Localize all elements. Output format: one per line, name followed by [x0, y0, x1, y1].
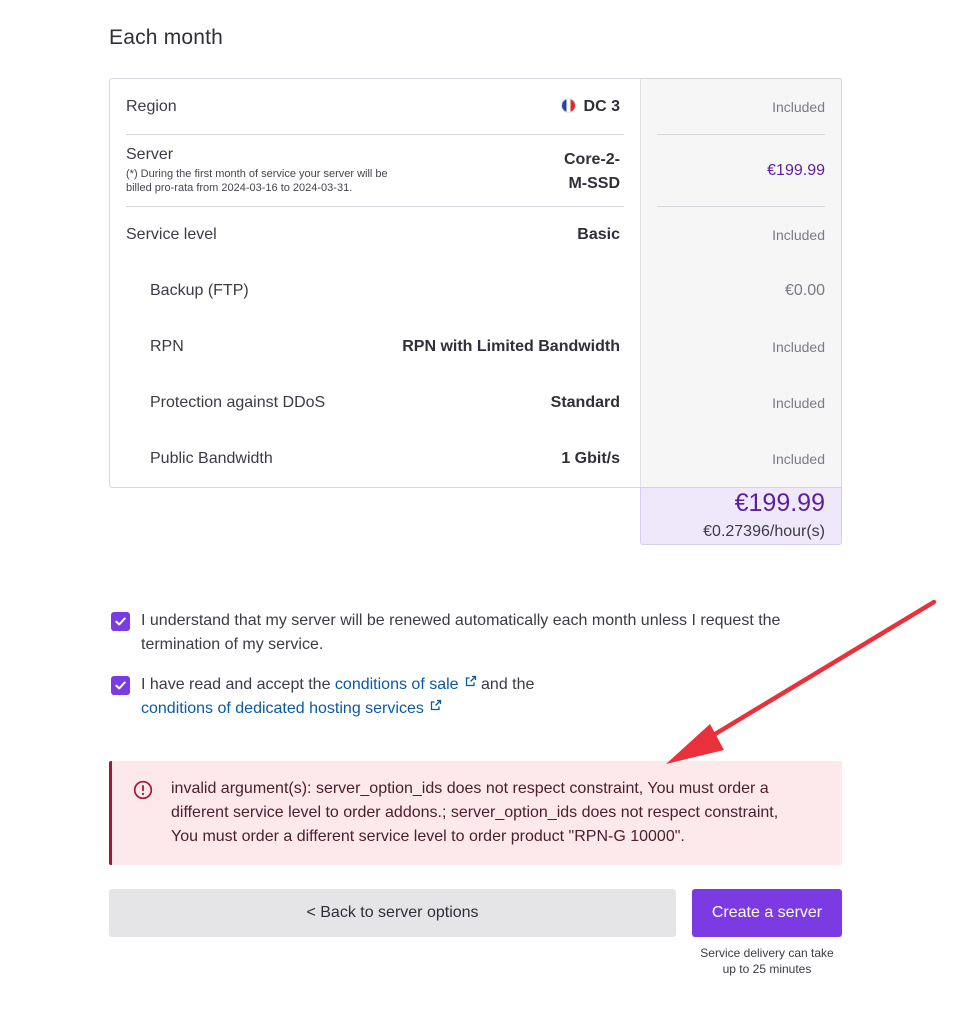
total-price-box: €199.99 €0.27396/hour(s)	[640, 487, 842, 545]
terms-agreement-text: I have read and accept the conditions of…	[141, 675, 535, 717]
service-level-row: Service level Basic	[126, 222, 620, 248]
section-title: Each month	[109, 26, 224, 49]
terms-checkbox[interactable]	[111, 676, 130, 695]
rpn-price: Included	[772, 339, 825, 355]
divider	[657, 134, 825, 135]
checkmark-icon	[115, 681, 126, 690]
external-link-icon	[465, 675, 476, 687]
divider	[126, 134, 624, 135]
server-value: Core-2- M-SSD	[563, 151, 620, 192]
backup-row: Backup (FTP)	[150, 278, 620, 304]
error-alert: invalid argument(s): server_option_ids d…	[109, 761, 842, 865]
renewal-agreement-text: I understand that my server will be rene…	[141, 612, 781, 653]
server-price: €199.99	[767, 162, 825, 179]
service-level-value: Basic	[577, 226, 620, 243]
region-label: Region	[126, 98, 177, 115]
divider	[126, 206, 624, 207]
conditions-of-sale-link[interactable]: conditions of sale	[335, 675, 477, 693]
service-level-price: Included	[772, 227, 825, 243]
rpn-value: RPN with Limited Bandwidth	[402, 338, 620, 355]
server-label: Server	[126, 146, 174, 163]
service-level-label: Service level	[126, 226, 217, 243]
region-row: Region DC 3	[126, 94, 620, 120]
ddos-price: Included	[772, 395, 825, 411]
renewal-checkbox[interactable]	[111, 612, 130, 631]
error-message: invalid argument(s): server_option_ids d…	[171, 780, 779, 845]
region-price: Included	[772, 99, 825, 115]
france-flag-icon	[560, 98, 576, 113]
server-row: Server (*) During the first month of ser…	[126, 146, 620, 198]
backup-price: €0.00	[784, 282, 825, 299]
rpn-label: RPN	[150, 338, 184, 355]
bandwidth-price: Included	[772, 451, 825, 467]
delivery-time-note: Service delivery can take up to 25 minut…	[700, 946, 834, 976]
create-server-button[interactable]: Create a server	[692, 889, 842, 937]
ddos-row: Protection against DDoS Standard	[150, 390, 620, 416]
bandwidth-value: 1 Gbit/s	[561, 450, 620, 467]
ddos-value: Standard	[550, 394, 620, 411]
total-hourly-price: €0.27396/hour(s)	[703, 523, 825, 540]
bandwidth-label: Public Bandwidth	[150, 450, 273, 467]
checkmark-icon	[115, 617, 126, 626]
server-prorata-note: (*) During the first month of service yo…	[126, 168, 388, 194]
back-to-server-options-button[interactable]: < Back to server options	[109, 889, 676, 937]
bandwidth-row: Public Bandwidth 1 Gbit/s	[150, 446, 620, 472]
divider	[657, 206, 825, 207]
backup-label: Backup (FTP)	[150, 282, 249, 299]
total-monthly-price: €199.99	[734, 489, 825, 517]
ddos-label: Protection against DDoS	[150, 394, 326, 411]
alert-circle-icon	[133, 780, 153, 800]
region-value: DC 3	[560, 98, 620, 116]
rpn-row: RPN RPN with Limited Bandwidth	[150, 334, 620, 360]
conditions-hosting-link[interactable]: conditions of dedicated hosting services	[141, 699, 442, 717]
external-link-icon	[430, 699, 441, 711]
